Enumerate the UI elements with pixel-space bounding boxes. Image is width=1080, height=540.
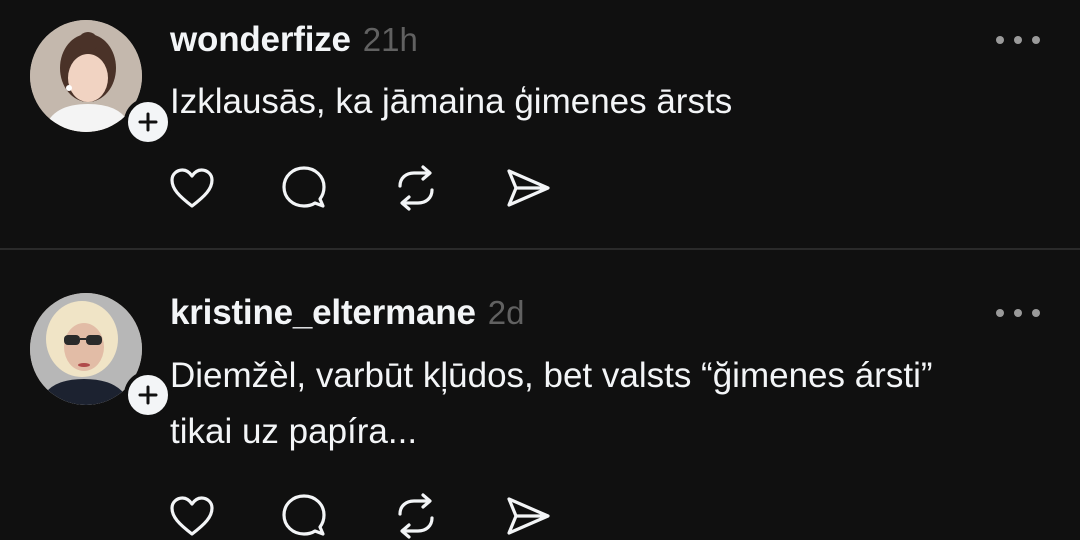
post-2: kristine_eltermane 2d Diemžèl, varbūt kļ… [0,250,1080,540]
comment-icon [282,494,326,536]
post-text-line: Diemžèl, varbūt kļūdos, bet valsts “ğime… [170,356,933,395]
like-button[interactable] [168,492,216,540]
post-text-line: tikai uz papíra... [170,412,418,451]
comment-button[interactable] [280,164,328,212]
post-1: wonderfize 21h Izklausās, ka jāmaina ģim… [0,0,1080,249]
follow-button[interactable] [124,98,172,146]
heart-icon [170,496,214,536]
share-button[interactable] [504,492,552,540]
post-header: wonderfize 21h [170,20,418,60]
heart-icon [170,168,214,208]
timestamp: 2d [487,294,525,331]
avatar-wrap [30,293,172,419]
more-options-icon[interactable] [996,33,1040,47]
plus-icon [138,112,158,132]
follow-button[interactable] [124,371,172,419]
username[interactable]: wonderfize [170,20,351,60]
share-icon [507,169,550,207]
more-options-icon[interactable] [996,306,1040,320]
like-button[interactable] [168,164,216,212]
post-text: Diemžèl, varbūt kļūdos, bet valsts “ğime… [170,348,1050,460]
share-button[interactable] [504,164,552,212]
repost-button[interactable] [392,164,440,212]
comment-icon [282,166,326,208]
repost-button[interactable] [392,492,440,540]
timestamp: 21h [362,21,418,58]
action-bar [168,492,616,540]
post-header: kristine_eltermane 2d [170,293,524,333]
repost-icon [398,165,434,211]
plus-icon [138,385,158,405]
comment-button[interactable] [280,492,328,540]
share-icon [507,497,550,535]
post-text: Izklausās, ka jāmaina ģimenes ārsts [170,82,733,121]
username[interactable]: kristine_eltermane [170,293,476,333]
action-bar [168,164,616,212]
repost-icon [398,493,434,539]
avatar-wrap [30,20,172,146]
